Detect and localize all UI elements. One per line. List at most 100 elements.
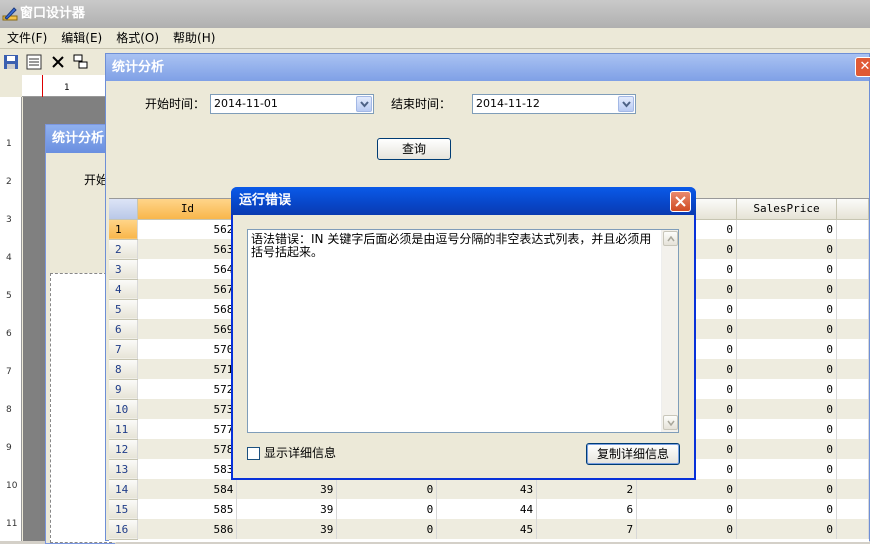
- table-cell[interactable]: 0: [336, 499, 438, 519]
- arrange-icon[interactable]: [73, 54, 89, 70]
- table-row[interactable]: 15 585 39 0 44 6 0 0: [109, 499, 869, 520]
- row-header[interactable]: 12: [109, 439, 139, 460]
- menu-format[interactable]: 格式(O): [109, 28, 166, 48]
- table-cell[interactable]: 569: [137, 319, 238, 339]
- table-cell[interactable]: 573: [137, 399, 238, 419]
- table-cell[interactable]: 0: [736, 319, 837, 339]
- table-row[interactable]: 14 584 39 0 43 2 0 0: [109, 479, 869, 500]
- table-cell[interactable]: 570: [137, 339, 238, 359]
- table-cell[interactable]: 585: [137, 499, 238, 519]
- row-header[interactable]: 15: [109, 499, 139, 520]
- table-cell[interactable]: 0: [736, 459, 837, 479]
- table-cell[interactable]: 0: [736, 439, 837, 459]
- row-header[interactable]: 16: [109, 519, 139, 540]
- table-cell[interactable]: 39: [236, 479, 338, 499]
- end-time-combo[interactable]: 2014-11-12: [472, 94, 636, 114]
- menu-help[interactable]: 帮助(H): [166, 28, 222, 48]
- table-cell[interactable]: 578: [137, 439, 238, 459]
- menu-file[interactable]: 文件(F): [0, 28, 54, 48]
- table-cell[interactable]: 562: [137, 219, 238, 239]
- table-cell[interactable]: 7: [536, 519, 638, 539]
- table-cell[interactable]: 572: [137, 379, 238, 399]
- row-header[interactable]: 8: [109, 359, 139, 380]
- column-header[interactable]: [836, 199, 869, 220]
- row-header[interactable]: 2: [109, 239, 139, 260]
- table-cell[interactable]: 584: [137, 479, 238, 499]
- table-cell[interactable]: 0: [736, 419, 837, 439]
- table-cell[interactable]: 0: [736, 379, 837, 399]
- table-cell[interactable]: 0: [636, 519, 738, 539]
- delete-icon[interactable]: [50, 54, 66, 70]
- row-header[interactable]: 10: [109, 399, 139, 420]
- table-row[interactable]: 16 586 39 0 45 7 0 0: [109, 519, 869, 540]
- table-cell[interactable]: 0: [736, 239, 837, 259]
- table-cell[interactable]: 0: [336, 519, 438, 539]
- scroll-down-button[interactable]: [663, 415, 678, 430]
- table-cell[interactable]: 43: [436, 479, 538, 499]
- table-cell[interactable]: 39: [236, 519, 338, 539]
- table-cell[interactable]: 0: [736, 359, 837, 379]
- table-cell[interactable]: 0: [736, 279, 837, 299]
- table-cell: [836, 419, 869, 439]
- table-cell[interactable]: 567: [137, 279, 238, 299]
- chevron-down-icon[interactable]: [618, 96, 634, 112]
- scroll-up-button[interactable]: [663, 231, 678, 246]
- row-header[interactable]: 13: [109, 459, 139, 480]
- end-time-label: 结束时间：: [391, 97, 452, 111]
- error-message-scrollbar[interactable]: [661, 230, 678, 432]
- stats-title: 统计分析: [112, 60, 165, 75]
- row-header[interactable]: 3: [109, 259, 139, 280]
- row-header[interactable]: 7: [109, 339, 139, 360]
- ruler-top-label: 1: [64, 83, 70, 93]
- grid-corner[interactable]: [109, 199, 139, 220]
- table-cell[interactable]: 0: [736, 339, 837, 359]
- table-cell[interactable]: 45: [436, 519, 538, 539]
- row-header[interactable]: 4: [109, 279, 139, 300]
- chevron-down-icon[interactable]: [356, 96, 372, 112]
- table-cell[interactable]: 571: [137, 359, 238, 379]
- row-header[interactable]: 1: [109, 219, 139, 240]
- copy-details-button[interactable]: 复制详细信息: [586, 443, 680, 465]
- table-cell[interactable]: 0: [736, 499, 837, 519]
- row-header[interactable]: 11: [109, 419, 139, 440]
- table-cell[interactable]: 6: [536, 499, 638, 519]
- error-dialog-close-button[interactable]: [670, 191, 691, 212]
- table-cell[interactable]: 577: [137, 419, 238, 439]
- table-cell[interactable]: 0: [736, 299, 837, 319]
- table-cell[interactable]: 0: [736, 399, 837, 419]
- save-icon[interactable]: [3, 54, 19, 70]
- table-cell[interactable]: 0: [736, 219, 837, 239]
- menu-edit[interactable]: 编辑(E): [54, 28, 109, 48]
- table-cell[interactable]: 563: [137, 239, 238, 259]
- table-cell[interactable]: 586: [137, 519, 238, 539]
- table-cell[interactable]: 583: [137, 459, 238, 479]
- show-details-label[interactable]: 显示详细信息: [264, 445, 336, 461]
- table-cell[interactable]: 44: [436, 499, 538, 519]
- column-header-id[interactable]: Id: [137, 199, 238, 220]
- table-cell: [836, 259, 869, 279]
- query-button[interactable]: 查询: [377, 138, 451, 160]
- row-header[interactable]: 14: [109, 479, 139, 500]
- row-header[interactable]: 6: [109, 319, 139, 340]
- error-message-box[interactable]: 语法错误：IN 关键字后面必须是由逗号分隔的非空表达式列表，并且必须用括号括起来…: [247, 229, 679, 433]
- table-cell[interactable]: 0: [736, 519, 837, 539]
- table-cell[interactable]: 2: [536, 479, 638, 499]
- table-cell[interactable]: 0: [336, 479, 438, 499]
- row-header[interactable]: 9: [109, 379, 139, 400]
- table-cell[interactable]: 39: [236, 499, 338, 519]
- table-cell[interactable]: 0: [736, 259, 837, 279]
- table-cell[interactable]: 0: [636, 479, 738, 499]
- horizontal-ruler: 1: [22, 75, 106, 97]
- ruler-left-label: 9: [6, 443, 12, 453]
- table-cell[interactable]: 564: [137, 259, 238, 279]
- table-cell[interactable]: 0: [736, 479, 837, 499]
- start-time-combo[interactable]: 2014-11-01: [210, 94, 374, 114]
- column-header-sales-price[interactable]: SalesPrice: [736, 199, 837, 220]
- row-header[interactable]: 5: [109, 299, 139, 320]
- table-cell[interactable]: 568: [137, 299, 238, 319]
- stats-close-button[interactable]: ✕: [855, 57, 870, 77]
- properties-icon[interactable]: [26, 54, 42, 70]
- designed-grid-placeholder[interactable]: [50, 273, 112, 543]
- show-details-checkbox[interactable]: [247, 447, 260, 460]
- table-cell[interactable]: 0: [636, 499, 738, 519]
